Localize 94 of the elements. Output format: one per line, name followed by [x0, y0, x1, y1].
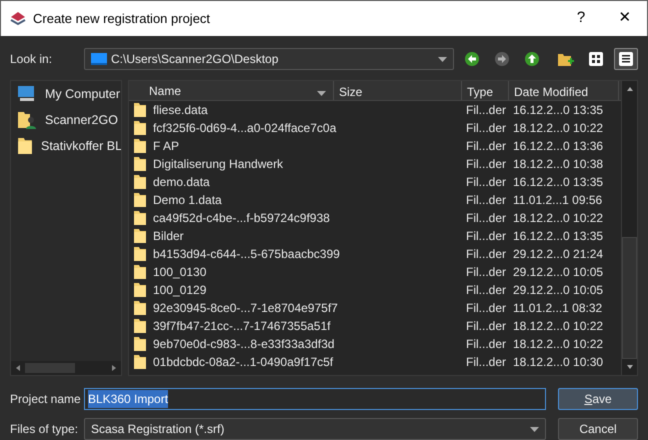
file-type: Fil...der — [466, 103, 506, 117]
file-date: 29.12.2...0 21:24 — [513, 247, 604, 261]
file-name[interactable]: ca49f52d-c4be-...f-b59724c9f938 — [153, 209, 330, 227]
file-date: 11.01.2...1 08:32 — [513, 301, 602, 315]
sort-caret-icon — [317, 90, 326, 96]
close-button[interactable]: ✕ — [603, 7, 647, 30]
file-type: Fil...der — [466, 319, 506, 333]
file-type: Fil...der — [466, 337, 506, 351]
file-type: Fil...der — [466, 121, 506, 135]
file-type: Fil...der — [466, 193, 506, 207]
computer-icon — [17, 85, 37, 103]
file-name[interactable]: fliese.data — [153, 101, 208, 119]
file-name[interactable]: 100_0130 — [153, 263, 206, 281]
folder-icon — [17, 136, 33, 156]
file-date: 18.12.2...0 10:30 — [513, 355, 604, 369]
file-name[interactable]: Demo 1.data — [153, 191, 222, 209]
up-arrow-icon — [525, 52, 539, 66]
files-of-type-label: Files of type: — [10, 421, 78, 438]
folder-icon — [133, 300, 147, 316]
forward-arrow-icon — [495, 52, 509, 66]
file-name[interactable]: b4153d94-c644-...5-675baacbc399 — [153, 245, 340, 263]
new-folder-icon — [557, 51, 575, 67]
file-type: Fil...der — [466, 175, 506, 189]
file-name[interactable]: 92e30945-8ce0-...7-1e8704e975f7 — [153, 299, 338, 317]
file-date: 18.12.2...0 10:22 — [513, 121, 604, 135]
file-date: 16.12.2...0 13:35 — [513, 175, 604, 189]
project-name-field[interactable]: BLK360 Import — [84, 388, 546, 410]
file-type: Fil...der — [466, 211, 506, 225]
folder-icon — [133, 228, 147, 244]
file-name[interactable]: 9eb70e0d-c983-...8-e33f33a3df3d — [153, 335, 334, 353]
file-date: 18.12.2...0 10:38 — [513, 157, 604, 171]
file-date: 16.12.2...0 13:35 — [513, 229, 604, 243]
folder-icon — [133, 264, 147, 280]
file-type: Fil...der — [466, 139, 506, 153]
caret-icon — [438, 56, 447, 62]
cancel-button[interactable]: Cancel — [558, 418, 638, 440]
file-type: Fil...der — [466, 301, 506, 315]
file-date: 18.12.2...0 10:22 — [513, 337, 604, 351]
list-view-icon — [619, 52, 633, 66]
folder-icon — [133, 174, 147, 190]
file-date: 16.12.2...0 13:35 — [513, 103, 604, 117]
list-view-button[interactable] — [614, 48, 638, 70]
file-type: Fil...der — [466, 283, 506, 297]
vertical-scrollbar[interactable] — [621, 81, 637, 375]
file-name[interactable]: fcf325f6-0d69-4...a0-024fface7c0a — [153, 119, 336, 137]
file-date: 18.12.2...0 10:22 — [513, 319, 604, 333]
grid-view-icon — [589, 52, 603, 66]
file-name[interactable]: 01bdcbdc-08a2-...1-0490a9f17c5f — [153, 353, 334, 371]
project-name-label: Project name — [10, 391, 78, 408]
folder-icon — [133, 192, 147, 208]
sidebar-item[interactable]: My Computer — [11, 81, 121, 107]
app-logo-icon — [9, 10, 27, 26]
file-type: Fil...der — [466, 265, 506, 279]
file-name[interactable]: Digitaliserung Handwerk — [153, 155, 284, 173]
file-type: Fil...der — [466, 247, 506, 261]
file-type-dropdown[interactable]: Scasa Registration (*.srf) — [84, 418, 546, 440]
folder-icon — [133, 318, 147, 334]
file-date: 18.12.2...0 10:22 — [513, 211, 604, 225]
file-type: Fil...der — [466, 157, 506, 171]
file-type: Fil...der — [466, 229, 506, 243]
column-header[interactable]: Date Modified — [509, 81, 619, 100]
monitor-icon — [91, 53, 107, 65]
back-arrow-icon — [465, 52, 479, 66]
save-button[interactable]: Save — [558, 388, 638, 410]
folder-icon — [133, 336, 147, 352]
folder-icon — [133, 120, 147, 136]
folder-icon — [133, 354, 147, 370]
file-name[interactable]: Bilder — [153, 227, 184, 245]
folder-icon — [133, 282, 147, 298]
column-header[interactable]: Name — [129, 81, 334, 100]
file-date: 11.01.2...1 09:56 — [513, 193, 602, 207]
file-name[interactable]: demo.data — [153, 173, 210, 191]
path-dropdown[interactable]: C:\Users\Scanner2GO\Desktop — [84, 48, 454, 70]
file-date: 29.12.2...0 10:05 — [513, 283, 604, 297]
look-in-label: Look in: — [10, 51, 54, 68]
column-header[interactable]: Type — [462, 81, 509, 100]
folder-icon — [133, 246, 147, 262]
file-name[interactable]: 100_0129 — [153, 281, 206, 299]
file-date: 16.12.2...0 13:36 — [513, 139, 604, 153]
folder-icon — [133, 138, 147, 154]
column-header[interactable]: Size — [334, 81, 462, 100]
file-name[interactable]: 39f7fb47-21cc-...7-17467355a51f — [153, 317, 330, 335]
sidebar-item[interactable]: Scanner2GO — [11, 107, 121, 133]
file-name[interactable]: F AP — [153, 137, 180, 155]
file-date: 29.12.2...0 10:05 — [513, 265, 604, 279]
help-button[interactable]: ? — [559, 7, 603, 30]
window-title: Create new registration project — [33, 10, 212, 28]
caret-icon — [530, 426, 539, 432]
horizontal-scrollbar[interactable] — [11, 361, 121, 375]
folder-icon — [133, 210, 147, 226]
folder-icon — [133, 102, 147, 118]
user-folder-icon — [17, 110, 37, 130]
folder-icon — [133, 156, 147, 172]
file-type: Fil...der — [466, 355, 506, 369]
